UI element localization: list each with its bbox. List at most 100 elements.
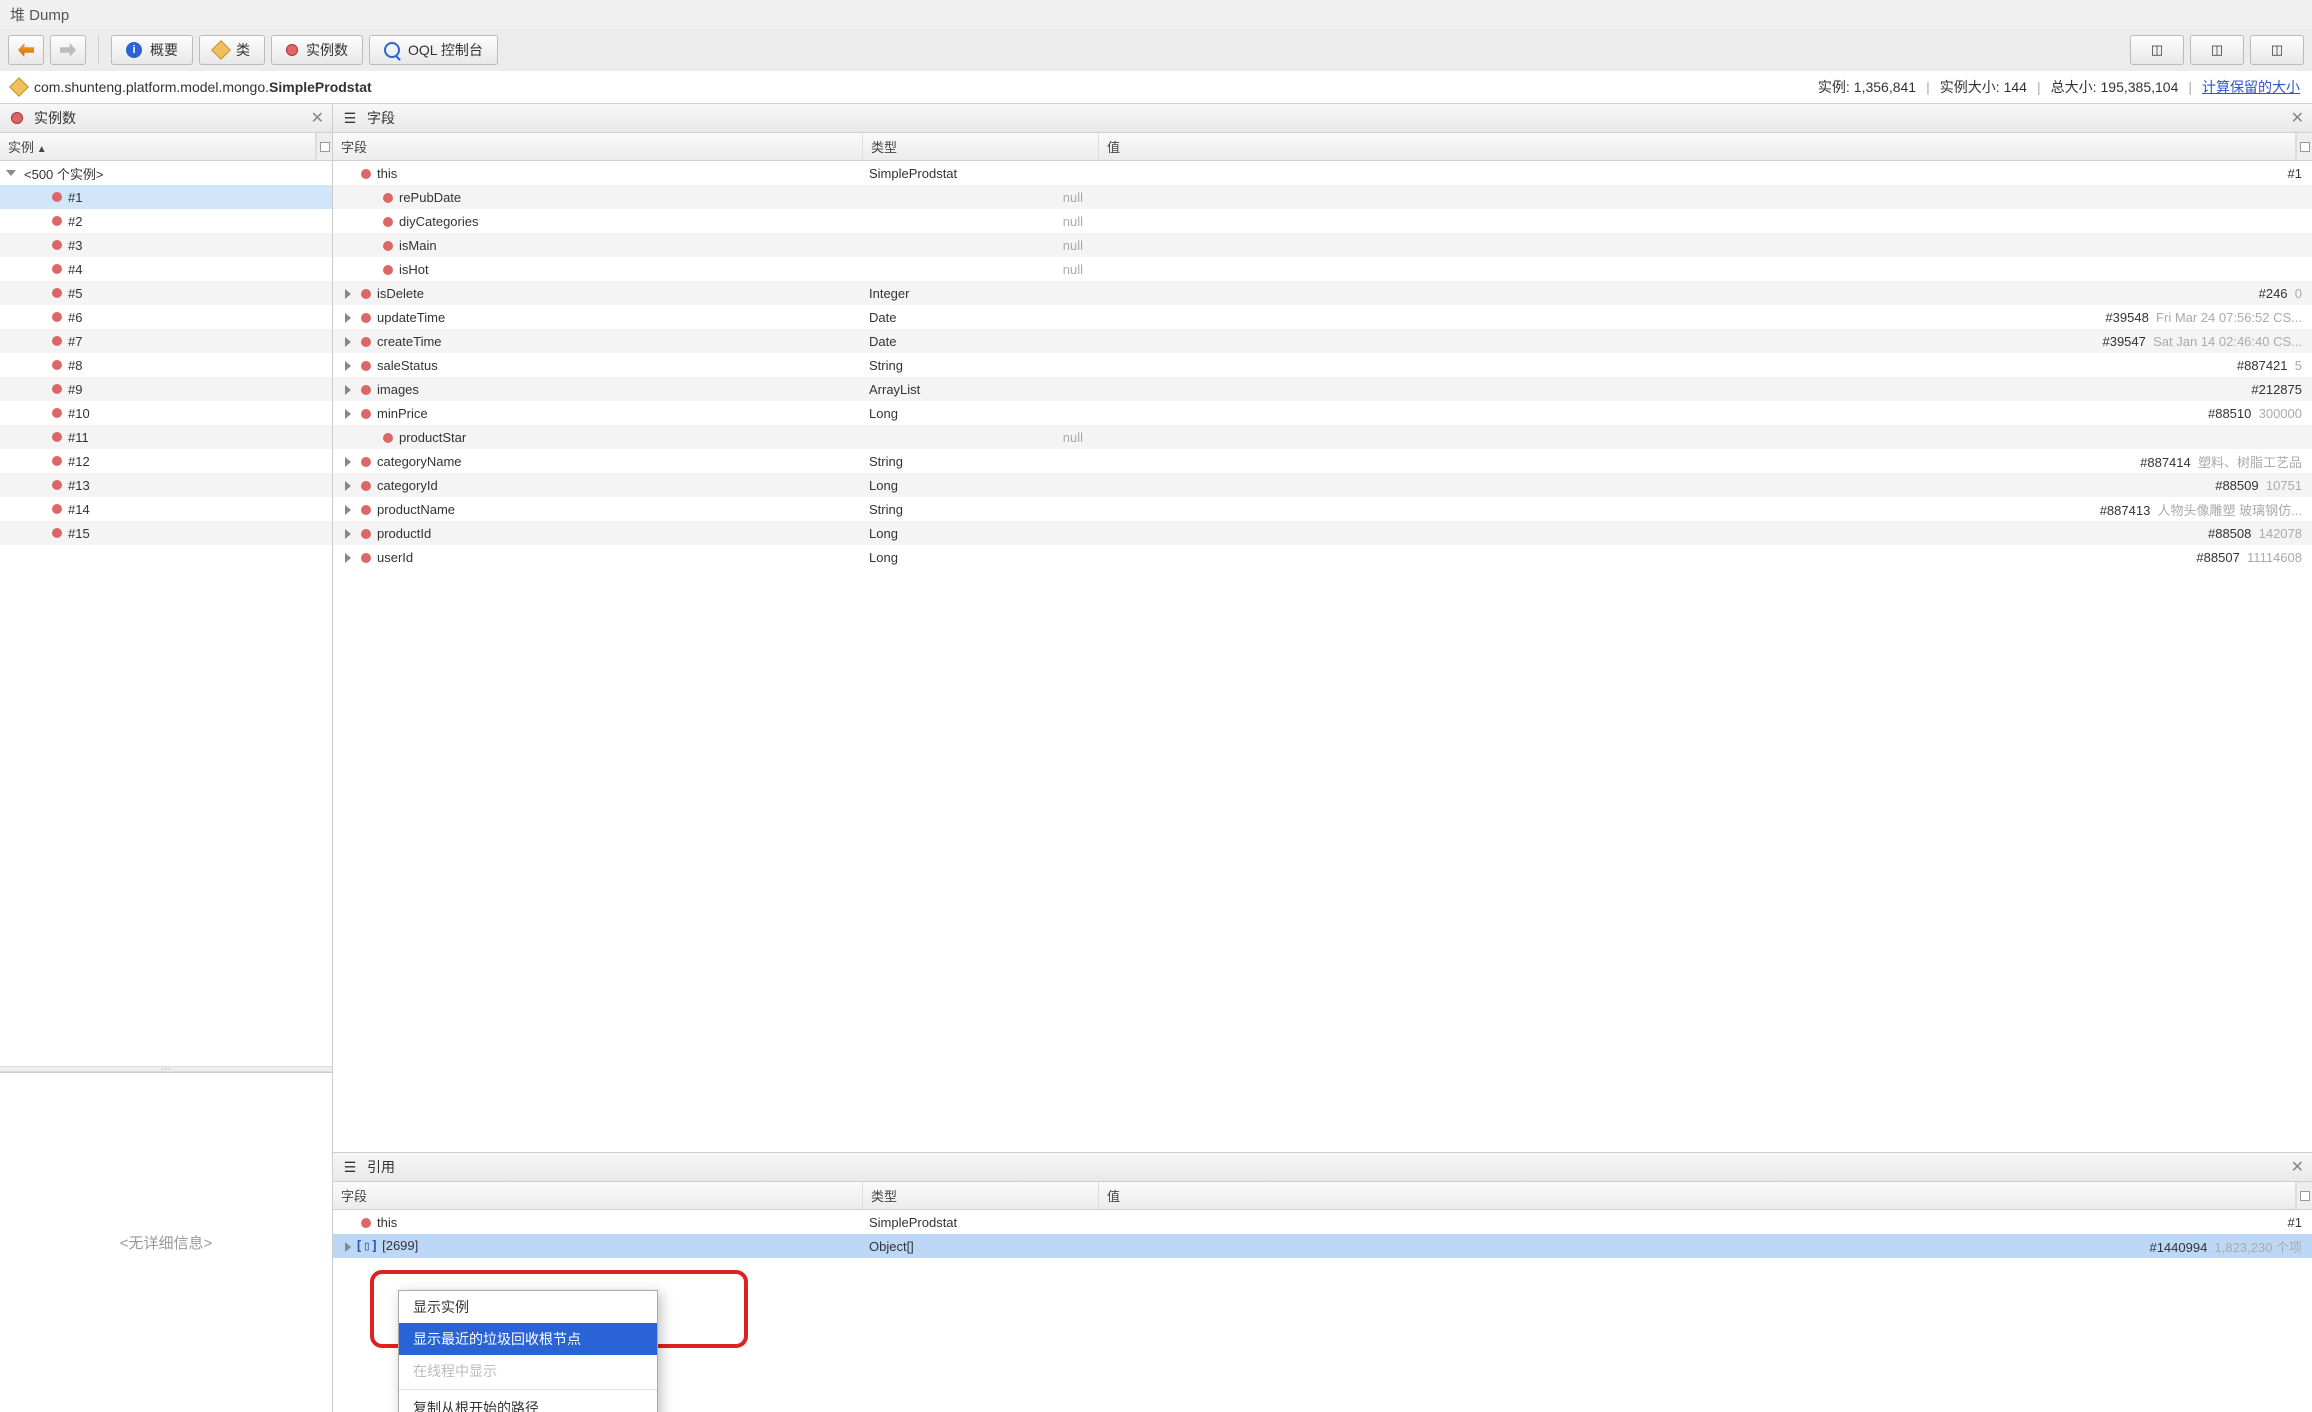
class-icon <box>9 77 29 97</box>
field-row[interactable]: isDeleteInteger#246 0 <box>333 281 2312 305</box>
field-name: saleStatus <box>377 358 438 373</box>
context-menu-item[interactable]: 复制从根开始的路径 <box>399 1392 657 1412</box>
context-menu[interactable]: 显示实例显示最近的垃圾回收根节点在线程中显示复制从根开始的路径 <box>398 1290 658 1412</box>
instance-dot-icon <box>52 456 62 466</box>
field-value: #246 0 <box>1099 284 2312 303</box>
field-row[interactable]: productIdLong#88508 142078 <box>333 521 2312 545</box>
field-row[interactable]: categoryIdLong#88509 10751 <box>333 473 2312 497</box>
instance-row[interactable]: #8 <box>0 353 332 377</box>
overview-button[interactable]: i概要 <box>111 35 193 65</box>
back-button[interactable] <box>8 35 44 65</box>
field-row[interactable]: isMain null <box>333 233 2312 257</box>
instances-icon <box>8 109 26 127</box>
field-dot-icon <box>383 193 393 203</box>
refs-col-type[interactable]: 类型 <box>863 1182 1099 1209</box>
field-type: Long <box>863 476 1099 495</box>
column-menu-icon[interactable] <box>316 133 332 160</box>
ref-name: this <box>377 1215 397 1230</box>
instances-button[interactable]: 实例数 <box>271 35 363 65</box>
field-type: String <box>863 356 1099 375</box>
instance-size-value: 144 <box>2004 79 2027 95</box>
fields-col-field[interactable]: 字段 <box>333 133 863 160</box>
field-row[interactable]: userIdLong#88507 11114608 <box>333 545 2312 569</box>
field-name: minPrice <box>377 406 428 421</box>
instance-row[interactable]: #12 <box>0 449 332 473</box>
classes-button[interactable]: 类 <box>199 35 265 65</box>
field-value: #887421 5 <box>1099 356 2312 375</box>
field-row[interactable]: updateTimeDate#39548 Fri Mar 24 07:56:52… <box>333 305 2312 329</box>
instance-column-header[interactable]: 实例 <box>0 133 316 160</box>
toolbar-action1[interactable]: ◫ <box>2130 35 2184 65</box>
instance-row[interactable]: #15 <box>0 521 332 545</box>
instance-row[interactable]: #13 <box>0 473 332 497</box>
field-dot-icon <box>361 409 371 419</box>
forward-button[interactable] <box>50 35 86 65</box>
total-size-label: 总大小: <box>2051 77 2097 97</box>
close-icon[interactable]: ✕ <box>2291 108 2304 128</box>
field-row[interactable]: productNameString#887413 人物头像雕塑 玻璃钢仿... <box>333 497 2312 521</box>
field-name: isMain <box>399 238 437 253</box>
instance-dot-icon <box>52 288 62 298</box>
oql-button[interactable]: OQL 控制台 <box>369 35 498 65</box>
instances-stat-value: 1,356,841 <box>1854 79 1916 95</box>
instance-row[interactable]: #6 <box>0 305 332 329</box>
instance-row[interactable]: #14 <box>0 497 332 521</box>
fields-col-value[interactable]: 值 <box>1099 133 2296 160</box>
field-row[interactable]: productStar null <box>333 425 2312 449</box>
instance-row[interactable]: #10 <box>0 401 332 425</box>
context-menu-item[interactable]: 显示实例 <box>399 1291 657 1323</box>
field-value: #88510 300000 <box>1099 404 2312 423</box>
instance-row[interactable]: #3 <box>0 233 332 257</box>
field-type: Long <box>863 524 1099 543</box>
instance-row[interactable]: #7 <box>0 329 332 353</box>
field-row[interactable]: categoryNameString#887414 塑料、树脂工艺品 <box>333 449 2312 473</box>
close-icon[interactable]: ✕ <box>311 108 324 128</box>
fields-col-type[interactable]: 类型 <box>863 133 1099 160</box>
field-type: String <box>863 500 1099 519</box>
field-dot-icon <box>361 337 371 347</box>
retained-size-link[interactable]: 计算保留的大小 <box>2202 77 2300 97</box>
chevron-right-icon <box>345 313 351 323</box>
instance-dot-icon <box>52 408 62 418</box>
field-row[interactable]: minPriceLong#88510 300000 <box>333 401 2312 425</box>
ref-row[interactable]: thisSimpleProdstat#1 <box>333 1210 2312 1234</box>
chevron-right-icon <box>345 361 351 371</box>
field-row[interactable]: diyCategories null <box>333 209 2312 233</box>
field-row[interactable]: rePubDate null <box>333 185 2312 209</box>
chevron-right-icon <box>345 337 351 347</box>
toolbar-action3[interactable]: ◫ <box>2250 35 2304 65</box>
column-menu-icon[interactable] <box>2296 1182 2312 1209</box>
close-icon[interactable]: ✕ <box>2291 1157 2304 1177</box>
instances-stat-label: 实例: <box>1818 77 1850 97</box>
refs-col-value[interactable]: 值 <box>1099 1182 2296 1209</box>
instance-dot-icon <box>52 504 62 514</box>
ref-row[interactable]: [▯] [2699]Object[]#1440994 1,823,230 个项 <box>333 1234 2312 1258</box>
chevron-right-icon <box>345 289 351 299</box>
instance-row[interactable]: #2 <box>0 209 332 233</box>
class-name: SimpleProdstat <box>269 79 372 95</box>
instance-row[interactable]: #1 <box>0 185 332 209</box>
instance-row[interactable]: #9 <box>0 377 332 401</box>
instance-row[interactable]: #5 <box>0 281 332 305</box>
field-name: isHot <box>399 262 429 277</box>
field-type: Integer <box>863 284 1099 303</box>
field-name: this <box>377 166 397 181</box>
column-menu-icon[interactable] <box>2296 133 2312 160</box>
context-menu-item[interactable]: 显示最近的垃圾回收根节点 <box>399 1323 657 1355</box>
field-type: SimpleProdstat <box>863 164 1099 183</box>
context-menu-item: 在线程中显示 <box>399 1355 657 1387</box>
toolbar-action2[interactable]: ◫ <box>2190 35 2244 65</box>
instance-row[interactable]: #4 <box>0 257 332 281</box>
field-row[interactable]: createTimeDate#39547 Sat Jan 14 02:46:40… <box>333 329 2312 353</box>
field-row[interactable]: thisSimpleProdstat#1 <box>333 161 2312 185</box>
instance-dot-icon <box>52 432 62 442</box>
field-row[interactable]: isHot null <box>333 257 2312 281</box>
refs-col-field[interactable]: 字段 <box>333 1182 863 1209</box>
field-row[interactable]: imagesArrayList#212875 <box>333 377 2312 401</box>
chevron-right-icon <box>345 553 351 563</box>
field-type: null <box>863 210 1099 233</box>
field-row[interactable]: saleStatus String#887421 5 <box>333 353 2312 377</box>
instance-row[interactable]: #11 <box>0 425 332 449</box>
instance-group-row[interactable]: <500 个实例> <box>0 161 332 185</box>
classes-label: 类 <box>236 40 250 60</box>
